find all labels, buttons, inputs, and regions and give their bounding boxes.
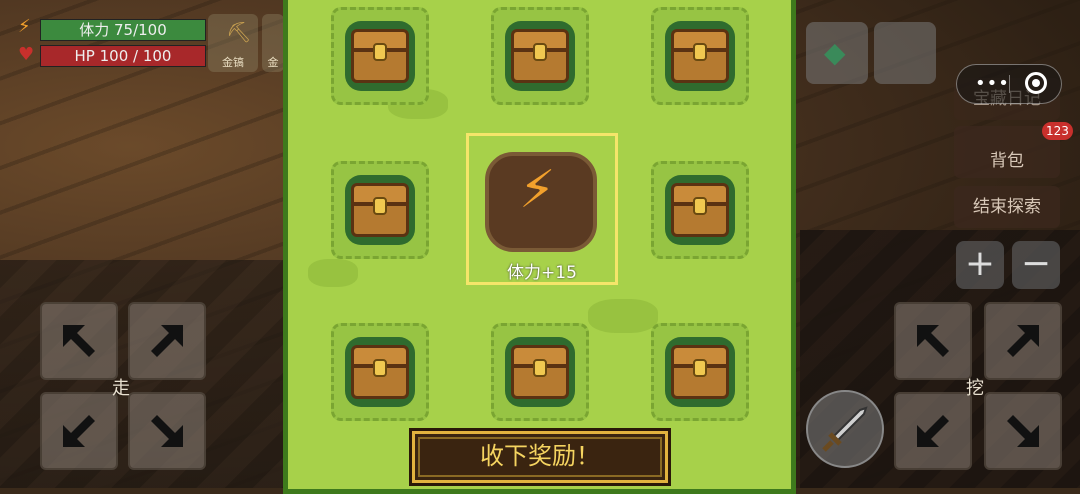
chest-cell[interactable] bbox=[491, 323, 589, 421]
treasure-chest-icon bbox=[671, 183, 729, 237]
dig-up-left-button[interactable] bbox=[894, 302, 972, 380]
claim-reward-label: 收下奖励！ bbox=[480, 442, 600, 470]
hp-bar: HP 100 / 100 bbox=[40, 45, 206, 67]
grass-patch bbox=[588, 299, 658, 333]
heart-icon: ♥ bbox=[18, 44, 35, 65]
chest-cell[interactable] bbox=[491, 7, 589, 105]
dig-down-right-button[interactable] bbox=[984, 392, 1062, 470]
tool-slot-2[interactable]: 金 bbox=[262, 14, 284, 72]
arrow-down-left-icon bbox=[63, 415, 95, 447]
chest-cell[interactable] bbox=[651, 161, 749, 259]
arrow-up-left-icon bbox=[63, 325, 95, 357]
gem-icon: ◆ bbox=[824, 36, 846, 69]
pickaxe-icon: ⛏ bbox=[226, 20, 252, 44]
walk-down-right-button[interactable] bbox=[128, 392, 206, 470]
inventory-slot-2[interactable] bbox=[874, 22, 936, 84]
zoom-out-button[interactable]: − bbox=[1012, 241, 1060, 289]
treasure-chest-icon bbox=[511, 29, 569, 83]
dig-up-right-button[interactable] bbox=[984, 302, 1062, 380]
zoom-in-button[interactable]: + bbox=[956, 241, 1004, 289]
arrow-down-right-icon bbox=[151, 415, 183, 447]
more-icon[interactable]: ••• bbox=[975, 73, 1010, 94]
end-explore-button[interactable]: 结束探索 bbox=[954, 186, 1060, 228]
grass-patch bbox=[308, 259, 358, 287]
treasure-chest-icon bbox=[351, 183, 409, 237]
arrow-up-left-icon bbox=[917, 325, 949, 357]
backpack-label: 背包 bbox=[990, 151, 1024, 171]
chest-cell[interactable] bbox=[331, 161, 429, 259]
lock-icon bbox=[533, 43, 547, 61]
tool-slot-gold-pickaxe[interactable]: ⛏ 金镐 bbox=[208, 14, 258, 72]
arrow-down-left-icon bbox=[917, 415, 949, 447]
close-circle-icon[interactable] bbox=[1025, 72, 1047, 94]
walk-up-left-button[interactable] bbox=[40, 302, 118, 380]
lock-icon bbox=[693, 43, 707, 61]
lock-icon bbox=[533, 359, 547, 377]
lightning-icon: ⚡ bbox=[519, 160, 556, 220]
lock-icon bbox=[373, 43, 387, 61]
claim-reward-button[interactable]: 收下奖励！ bbox=[409, 428, 671, 486]
lock-icon bbox=[373, 359, 387, 377]
walk-label: 走 bbox=[112, 378, 130, 399]
treasure-chest-icon bbox=[351, 29, 409, 83]
arrow-down-right-icon bbox=[1007, 415, 1039, 447]
stamina-bar: 体力 75/100 bbox=[40, 19, 206, 41]
chest-cell[interactable] bbox=[651, 323, 749, 421]
reward-panel: ⚡ 体力+15 bbox=[283, 0, 796, 494]
arrow-up-right-icon bbox=[1007, 325, 1039, 357]
inventory-slot-1[interactable]: ◆ bbox=[806, 22, 868, 84]
treasure-chest-icon bbox=[671, 345, 729, 399]
lock-icon bbox=[373, 197, 387, 215]
sword-icon bbox=[822, 406, 868, 452]
treasure-chest-icon bbox=[351, 345, 409, 399]
reward-text: 体力+15 bbox=[507, 263, 577, 283]
treasure-chest-icon bbox=[671, 29, 729, 83]
mini-program-capsule[interactable]: ••• bbox=[956, 64, 1062, 104]
attack-button[interactable] bbox=[806, 390, 884, 468]
treasure-chest-icon bbox=[511, 345, 569, 399]
capsule-divider bbox=[1009, 75, 1010, 93]
selected-reward-cell[interactable]: ⚡ 体力+15 bbox=[466, 133, 618, 285]
chest-cell[interactable] bbox=[651, 7, 749, 105]
dig-down-left-button[interactable] bbox=[894, 392, 972, 470]
dig-label: 挖 bbox=[966, 378, 984, 399]
walk-up-right-button[interactable] bbox=[128, 302, 206, 380]
lightning-icon: ⚡ bbox=[18, 16, 31, 37]
tool-label: 金 bbox=[267, 56, 279, 69]
tool-label: 金镐 bbox=[222, 56, 244, 69]
backpack-badge: 123 bbox=[1042, 122, 1073, 140]
walk-down-left-button[interactable] bbox=[40, 392, 118, 470]
chest-cell[interactable] bbox=[331, 7, 429, 105]
lock-icon bbox=[693, 359, 707, 377]
lock-icon bbox=[693, 197, 707, 215]
arrow-up-right-icon bbox=[151, 325, 183, 357]
chest-cell[interactable] bbox=[331, 323, 429, 421]
